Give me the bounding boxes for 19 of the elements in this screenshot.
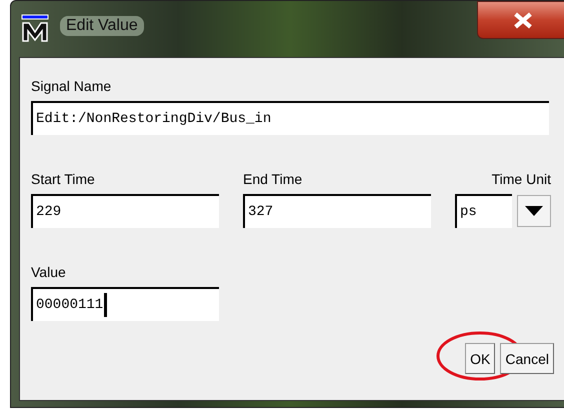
input-field[interactable]: Edit:/NonRestoringDiv/Bus_in bbox=[31, 101, 549, 135]
field-label: Time Unit bbox=[492, 170, 551, 189]
ok-button[interactable]: OK bbox=[465, 343, 496, 374]
field-label: Value bbox=[31, 263, 66, 282]
cancel-button[interactable]: Cancel bbox=[500, 343, 554, 374]
close-button[interactable] bbox=[477, 1, 564, 39]
field-label: Signal Name bbox=[31, 77, 112, 96]
input-field[interactable]: 229 bbox=[31, 194, 219, 228]
input-field[interactable]: 327 bbox=[243, 194, 431, 228]
app-icon bbox=[20, 14, 50, 44]
text-caret bbox=[104, 293, 108, 317]
field-label: Start Time bbox=[31, 170, 96, 189]
dropdown-button[interactable] bbox=[517, 195, 551, 227]
input-field[interactable]: 00000111 bbox=[31, 287, 219, 321]
window-title: Edit Value bbox=[60, 16, 144, 36]
close-icon bbox=[512, 12, 534, 28]
field-label: End Time bbox=[243, 170, 304, 189]
caret-icon bbox=[524, 205, 544, 217]
dropdown-field[interactable]: ps bbox=[455, 194, 512, 228]
